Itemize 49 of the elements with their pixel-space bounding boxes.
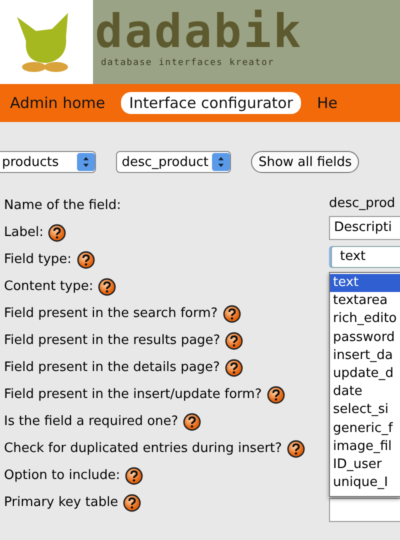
dropdown-option[interactable]: update_d	[330, 364, 400, 384]
dropdown-option[interactable]: rich_edito	[330, 310, 400, 329]
help-icon[interactable]	[222, 304, 241, 322]
field-name-value: desc_prod	[329, 195, 396, 213]
help-icon[interactable]	[76, 250, 95, 268]
help-icon[interactable]	[286, 440, 305, 458]
field-label: Primary key table	[4, 495, 118, 510]
dropdown-option[interactable]: select_si	[330, 401, 400, 420]
dropdown-option[interactable]: image_fil	[330, 438, 400, 456]
show-all-fields-button[interactable]: Show all fields	[251, 151, 359, 173]
field-label: Field type:	[4, 252, 72, 267]
field-label: Content type:	[4, 279, 94, 294]
field-label: Name of the field:	[4, 198, 122, 213]
help-icon[interactable]	[98, 278, 116, 296]
nav-tab[interactable]: Interface configurator	[121, 92, 302, 114]
field-label: Check for duplicated entries during insert?	[4, 441, 282, 456]
wordmark: dadabik	[95, 4, 303, 58]
field-label: Is the field a required one?	[4, 414, 178, 429]
field-select[interactable]: desc_product	[116, 151, 232, 173]
dropdown-option[interactable]: unique_I	[330, 474, 400, 492]
tagline: database interfaces kreator	[101, 58, 276, 68]
table-select[interactable]: products	[0, 151, 96, 173]
dropdown-option[interactable]: password	[330, 328, 400, 347]
field-label: Field present in the search form?	[4, 306, 218, 321]
dropdown-arrows-icon	[76, 152, 95, 172]
dropdown-option[interactable]: textarea	[330, 292, 400, 310]
field-label: Field present in the insert/update form?	[4, 387, 262, 402]
dropdown-option[interactable]: generic_f	[330, 420, 400, 438]
help-icon[interactable]	[48, 224, 66, 242]
help-icon[interactable]	[266, 386, 285, 404]
primary-key-table-input[interactable]	[329, 498, 400, 522]
label-input[interactable]: Descripti	[329, 216, 400, 240]
dropdown-option[interactable]: text	[330, 274, 400, 292]
field-label: Label:	[4, 225, 44, 240]
help-icon[interactable]	[224, 358, 243, 376]
field-label: Field present in the details page?	[4, 360, 220, 375]
nav-tab[interactable]: He	[309, 92, 346, 114]
dropdown-arrows-icon	[212, 152, 230, 172]
help-icon[interactable]	[225, 332, 244, 350]
help-icon[interactable]	[123, 494, 142, 512]
help-icon[interactable]	[183, 412, 202, 430]
dropdown-option[interactable]: insert_da	[330, 346, 400, 365]
nav-tab[interactable]: Admin home	[2, 92, 114, 114]
field-label: Option to include:	[4, 468, 120, 483]
dropdown-option[interactable]: date	[330, 383, 400, 402]
help-icon[interactable]	[125, 466, 144, 484]
dropdown-option[interactable]: ID_user	[330, 456, 400, 474]
field-type-select[interactable]: text	[331, 246, 400, 268]
field-label: Field present in the results page?	[4, 333, 220, 348]
